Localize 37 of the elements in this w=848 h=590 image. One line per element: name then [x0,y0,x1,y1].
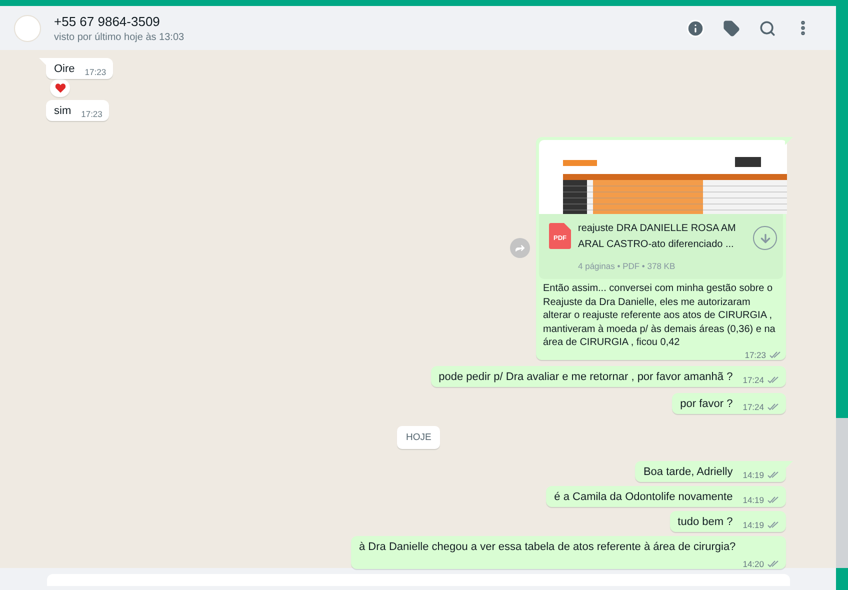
file-info: 4 páginas • PDF • 378 KB [578,260,676,273]
reaction-badge[interactable] [50,79,70,97]
double-check-icon [769,351,781,359]
message-time: 14:20 [742,558,764,568]
info-icon[interactable] [684,17,706,39]
message-text: Boa tarde, Adrielly [643,466,733,478]
heart-icon [54,83,66,93]
double-check-icon [767,470,779,478]
double-check-icon [767,376,779,384]
message-time: 14:19 [742,470,764,480]
message-text: tudo bem ? [678,516,733,528]
message-time: 14:19 [742,494,764,504]
down-arrow-icon [758,232,772,244]
double-check-icon [767,402,779,410]
message-text: pode pedir p/ Dra avaliar e me retornar , por favor amanhã ? [438,370,733,382]
last-seen-status: visto por último hoje às 13:03 [54,32,186,42]
message-text: Oire [54,63,75,75]
message-text: sim [54,105,72,117]
message-time: 17:23 [81,109,102,119]
message-time: 17:23 [744,350,766,360]
message-text: à Dra Danielle chegou a ver essa tabela de atos referente à área de cirurgia? [359,540,736,552]
contact-name: +55 67 9864-3509 [54,14,161,28]
message-text: é a Camila da Odontolife novamente [554,490,733,502]
message-time: 14:19 [742,520,764,530]
message-time: 17:24 [742,374,764,384]
message-time: 17:23 [84,67,106,77]
document-preview[interactable] [539,140,787,214]
file-name: reajuste DRA DANIELLE ROSA AM ARAL CASTRO-ato diferenciado ... [578,222,737,252]
double-check-icon [767,520,779,528]
download-button[interactable] [753,226,777,250]
forward-icon [514,242,526,254]
double-check-icon [767,496,779,504]
message-time: 17:24 [742,402,764,412]
scrollbar[interactable] [836,418,848,568]
message-text: por favor ? [680,398,733,410]
message-text: Então assim... conversei com minha gestão sobre o Reajuste da Dra Danielle, eles me autorizaram alterar o reajuste referente aos atos de CIRURGIA , mantiveram à moeda p/ às demais áreas (0,36) e na área de CIRURGIA , ficou 0,42 [543,282,776,350]
double-check-icon [767,560,779,568]
